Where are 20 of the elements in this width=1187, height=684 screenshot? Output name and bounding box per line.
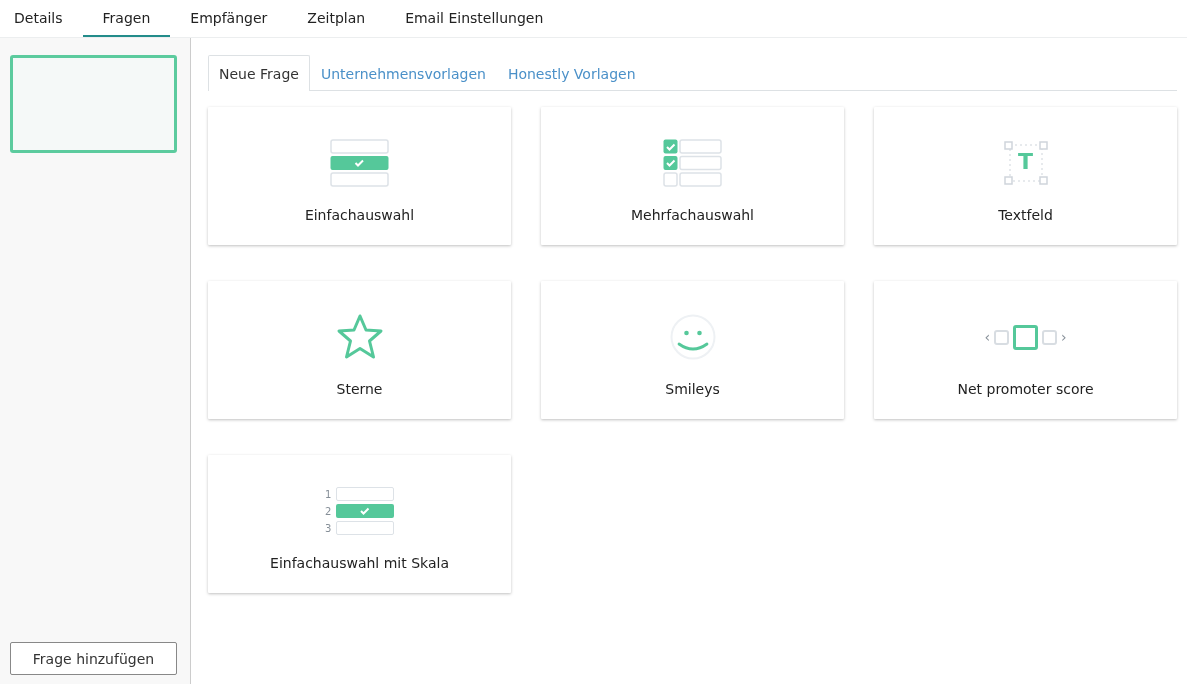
nav-tab[interactable]: Zeitplan <box>287 0 386 37</box>
nav-tab[interactable]: Empfänger <box>170 0 288 37</box>
add-question-button[interactable]: Frage hinzufügen <box>10 642 177 675</box>
question-type-card[interactable]: 1 2 3 Einfachauswahl mit Skala <box>208 455 511 593</box>
star-icon <box>335 314 384 360</box>
multiple-choice-icon <box>662 139 723 187</box>
question-type-card[interactable]: Mehrfachauswahl <box>541 107 844 245</box>
question-card[interactable] <box>10 55 177 153</box>
question-type-card[interactable]: Smileys <box>541 281 844 419</box>
nav-tab[interactable]: Email Einstellungen <box>385 0 564 37</box>
question-type-card[interactable]: Einfachauswahl <box>208 107 511 245</box>
smiley-icon <box>669 314 716 360</box>
nav-tab[interactable]: Details <box>0 0 77 37</box>
sub-tab[interactable]: Unternehmensvorlagen <box>309 55 497 91</box>
question-type-card[interactable]: T Textfeld <box>874 107 1177 245</box>
question-type-card[interactable]: Sterne <box>208 281 511 419</box>
sub-tab[interactable]: Neue Frage <box>208 55 310 91</box>
single-choice-icon <box>329 139 390 187</box>
sub-tab[interactable]: Honestly Vorlagen <box>496 55 647 91</box>
question-type-card[interactable]: ‹ › Net promoter score <box>874 281 1177 419</box>
